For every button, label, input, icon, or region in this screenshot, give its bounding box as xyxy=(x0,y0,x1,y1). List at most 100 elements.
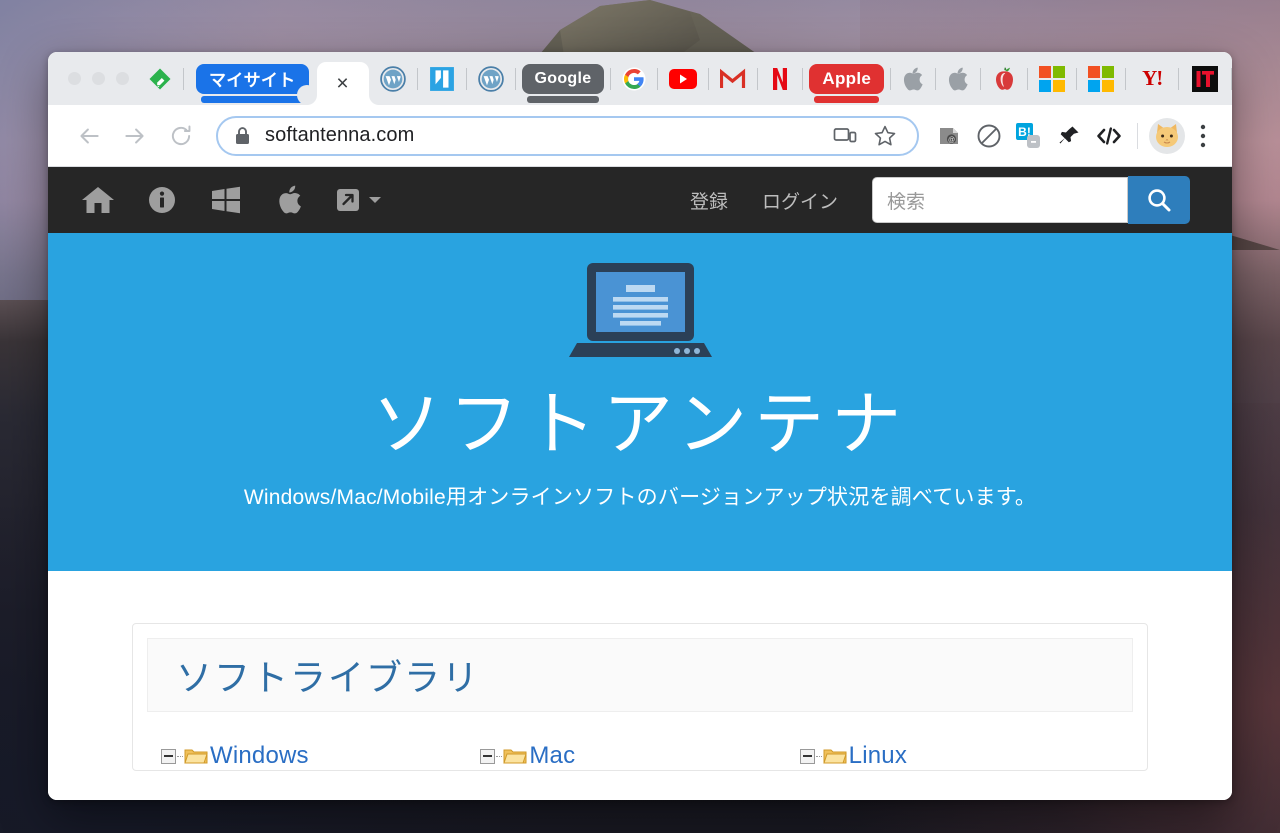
google-g-icon[interactable] xyxy=(617,64,651,94)
microsoft-2-icon[interactable] xyxy=(1083,64,1119,94)
divider xyxy=(980,68,981,90)
block-icon xyxy=(976,123,1002,149)
tree-item-mac[interactable]: Mac xyxy=(480,742,799,770)
apple-icon xyxy=(277,185,303,215)
divider xyxy=(708,68,709,90)
microsoft-icon[interactable] xyxy=(1034,64,1070,94)
tree-item-windows[interactable]: Windows xyxy=(161,742,480,770)
browser-window: マイサイト × xyxy=(48,52,1232,800)
svg-text:@: @ xyxy=(948,137,955,144)
my-site-bookmark-label: マイサイト xyxy=(209,66,296,91)
library-tree: Windows Mac xyxy=(133,742,1147,770)
close-tab-chip[interactable]: × xyxy=(317,62,369,105)
search-button[interactable] xyxy=(1128,176,1190,224)
blue-note-icon[interactable] xyxy=(424,64,460,94)
back-button[interactable] xyxy=(66,113,112,159)
microsoft-glyph xyxy=(1039,66,1065,92)
wordpress-icon[interactable] xyxy=(375,64,411,94)
info-icon xyxy=(148,186,176,214)
netflix-glyph xyxy=(770,67,790,91)
hatena-bookmark-icon[interactable]: B! xyxy=(1009,116,1049,156)
reload-icon xyxy=(168,123,194,149)
youtube-icon[interactable] xyxy=(664,64,702,94)
three-dot-menu-icon xyxy=(1199,123,1207,149)
forward-button[interactable] xyxy=(112,113,158,159)
browser-toolbar: softantenna.com xyxy=(48,105,1232,167)
register-link[interactable]: 登録 xyxy=(690,187,728,214)
google-bookmark[interactable]: Google xyxy=(522,64,605,94)
search-input[interactable]: 検索 xyxy=(872,177,1128,223)
minimize-window-button[interactable] xyxy=(92,72,105,85)
avatar[interactable] xyxy=(1146,115,1188,157)
apple-bookmark-label: Apple xyxy=(822,69,871,89)
reload-button[interactable] xyxy=(158,113,204,159)
collapse-toggle[interactable] xyxy=(800,749,815,764)
site-search: 検索 xyxy=(872,176,1190,224)
bookmark-shadow xyxy=(814,96,879,103)
wordpress-glyph xyxy=(380,66,406,92)
home-icon xyxy=(81,185,115,215)
microsoft-glyph xyxy=(1088,66,1114,92)
login-link[interactable]: ログイン xyxy=(762,187,838,214)
laptop-icon xyxy=(563,261,718,366)
feedly-icon[interactable] xyxy=(143,64,177,94)
bookmarks-bar: マイサイト × xyxy=(48,52,1232,105)
nav-mac-button[interactable] xyxy=(258,167,322,233)
tree-item-label[interactable]: Windows xyxy=(210,742,309,770)
window-controls[interactable] xyxy=(48,72,143,85)
library-heading-label: ソフトライブラリ xyxy=(176,649,480,701)
wordpress-glyph xyxy=(478,66,504,92)
maximize-window-button[interactable] xyxy=(116,72,129,85)
nav-windows-button[interactable] xyxy=(194,167,258,233)
pin-icon[interactable] xyxy=(1049,116,1089,156)
yahoo-icon[interactable]: Y! xyxy=(1132,64,1172,94)
itmedia-icon[interactable] xyxy=(1185,64,1225,94)
wordpress-2-icon[interactable] xyxy=(473,64,509,94)
divider xyxy=(1027,68,1028,90)
page-content: 登録 ログイン 検索 xyxy=(48,167,1232,800)
divider xyxy=(417,68,418,90)
divider xyxy=(935,68,936,90)
collapse-toggle[interactable] xyxy=(480,749,495,764)
code-icon[interactable] xyxy=(1089,116,1129,156)
nav-home-button[interactable] xyxy=(66,167,130,233)
folder-icon xyxy=(184,747,208,765)
bookmark-shadow xyxy=(201,96,304,103)
apple-bookmark[interactable]: Apple xyxy=(809,64,884,94)
cast-button[interactable] xyxy=(825,125,865,147)
arrow-right-icon xyxy=(122,123,148,149)
tree-item-linux[interactable]: Linux xyxy=(800,742,1119,770)
tree-item-label[interactable]: Mac xyxy=(529,742,575,770)
cat-avatar-icon xyxy=(1148,117,1186,155)
gmail-icon[interactable] xyxy=(715,64,751,94)
feedly-glyph xyxy=(148,67,172,91)
nav-info-button[interactable] xyxy=(130,167,194,233)
apple-2-icon[interactable] xyxy=(942,64,974,94)
apple-glyph xyxy=(948,67,968,91)
three-dot-menu-button[interactable] xyxy=(1188,113,1218,159)
divider xyxy=(802,68,803,90)
my-site-bookmark[interactable]: マイサイト xyxy=(196,64,309,94)
netflix-icon[interactable] xyxy=(764,64,796,94)
close-icon: × xyxy=(336,73,348,94)
apple-icon[interactable] xyxy=(897,64,929,94)
tree-item-label[interactable]: Linux xyxy=(849,742,907,770)
google-g-glyph xyxy=(622,67,646,91)
bookmark-star-button[interactable] xyxy=(865,124,905,148)
adblock-icon[interactable] xyxy=(969,116,1009,156)
site-navbar: 登録 ログイン 検索 xyxy=(48,167,1232,233)
evernote-clipper-icon[interactable]: @ xyxy=(929,116,969,156)
collapse-toggle[interactable] xyxy=(161,749,176,764)
arrow-left-icon xyxy=(76,123,102,149)
external-link-icon xyxy=(336,187,364,213)
divider xyxy=(515,68,516,90)
search-placeholder: 検索 xyxy=(887,187,925,214)
star-icon xyxy=(873,124,897,148)
divider xyxy=(1231,68,1232,90)
macrumors-apple-icon[interactable] xyxy=(987,64,1021,94)
tree-connector xyxy=(177,756,183,757)
close-window-button[interactable] xyxy=(68,72,81,85)
nav-links-dropdown-button[interactable] xyxy=(322,167,396,233)
library-card: ソフトライブラリ Windows xyxy=(132,623,1148,771)
address-bar[interactable]: softantenna.com xyxy=(216,116,919,156)
